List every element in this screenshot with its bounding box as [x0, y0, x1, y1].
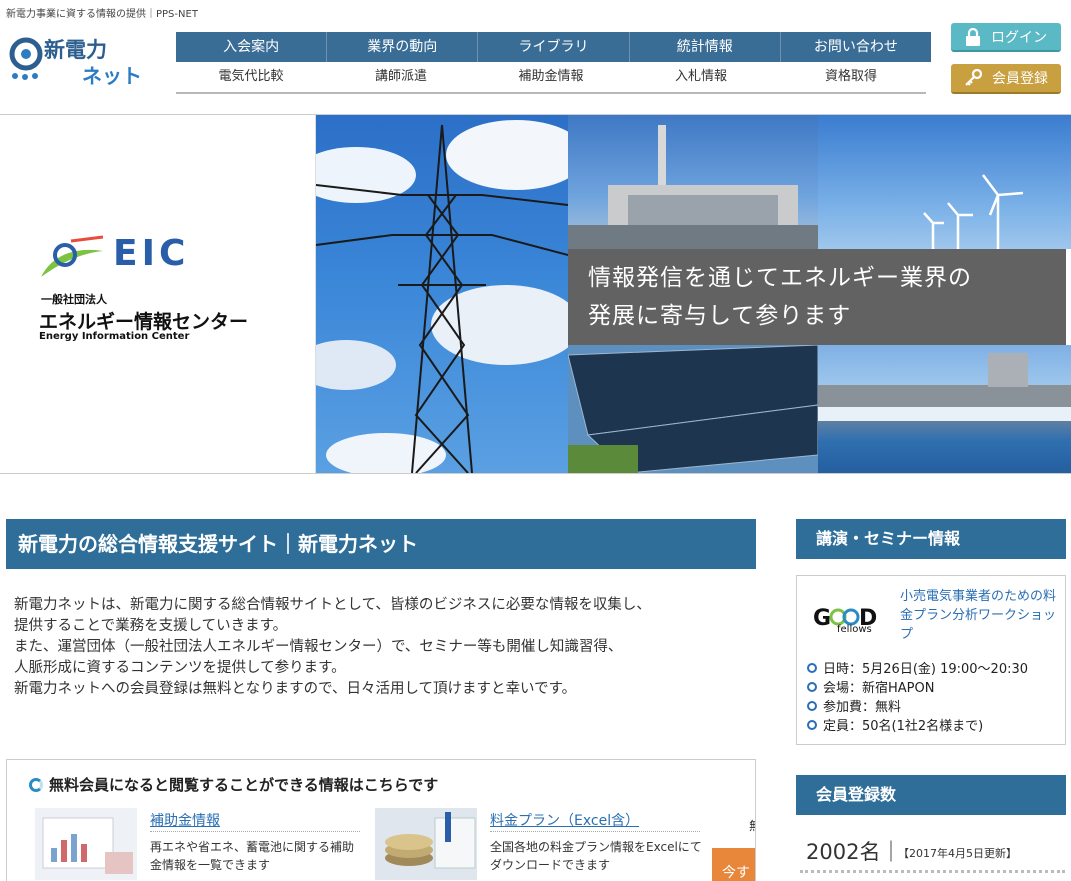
login-button[interactable]: ログイン	[951, 23, 1061, 52]
key-icon	[965, 69, 982, 86]
seminar-detail: 参加費：無料	[807, 696, 1028, 715]
lock-icon	[966, 27, 980, 46]
divider	[800, 870, 1065, 873]
register-now-banner[interactable]: 今す	[712, 848, 755, 881]
secondary-nav: 電気代比較 講師派遣 補助金情報 入札情報 資格取得	[176, 62, 926, 94]
eic-org-type: 一般社団法人	[41, 293, 107, 306]
nav-bids[interactable]: 入札情報	[626, 62, 776, 92]
register-button[interactable]: 会員登録	[951, 64, 1061, 94]
site-logo[interactable]: 新電力 ネット	[8, 32, 148, 88]
intro-line: 提供することで業務を支援していきます。	[14, 618, 288, 634]
eic-logo-text: EIC	[113, 233, 190, 274]
circle-bullet-icon	[807, 662, 817, 673]
eic-org-english: Energy Information Center	[39, 331, 190, 342]
price-plan-description: 全国各地の料金プラン情報をExcelにてダウンロードできます	[490, 840, 702, 872]
nav-price-compare[interactable]: 電気代比較	[176, 62, 326, 92]
hero-banner: EIC 一般社団法人 エネルギー情報センター Energy Informatio…	[0, 114, 1071, 474]
nav-statistics[interactable]: 統計情報	[630, 32, 781, 62]
good-fellows-logo-text: fellows	[837, 624, 872, 635]
circle-bullet-icon	[807, 719, 817, 730]
nav-lecturer[interactable]: 講師派遣	[326, 62, 476, 92]
hero-caption: 情報発信を通じてエネルギー業界の 発展に寄与して参ります	[568, 249, 1066, 345]
free-section-title-text: 無料会員になると閲覧することができる情報はこちらです	[49, 776, 439, 794]
eic-logo-panel: EIC 一般社団法人 エネルギー情報センター Energy Informatio…	[5, 115, 316, 473]
member-count: 2002名｜	[806, 840, 902, 864]
circle-bullet-icon	[807, 700, 817, 711]
divider	[150, 831, 360, 832]
intro-line: また、運営団体（一般社団法人エネルギー情報センター）で、セミナー等も開催し知識習…	[14, 639, 623, 655]
register-now-label: 今す	[722, 865, 750, 881]
seminar-card[interactable]: G D fellows 小売電気事業者のための料金プラン分析ワークショップ 日時…	[796, 575, 1066, 745]
register-label: 会員登録	[992, 71, 1048, 87]
member-count-heading: 会員登録数	[796, 775, 1066, 815]
nav-certification[interactable]: 資格取得	[776, 62, 926, 92]
wind-turbine-photo	[818, 115, 1071, 249]
circle-bullet-icon	[807, 681, 817, 692]
seminar-details: 日時：5月26日(金) 19:00～20:30 会場：新宿HAPON 参加費：無…	[807, 658, 1028, 734]
free-member-info-box: 無料会員になると閲覧することができる情報はこちらです 補助金情報 再エネや省エネ…	[6, 759, 756, 881]
solar-panel-photo	[568, 345, 818, 473]
nav-subsidy[interactable]: 補助金情報	[476, 62, 626, 92]
svg-text:G: G	[813, 606, 831, 631]
page-title: 新電力の総合情報支援サイト｜新電力ネット	[6, 519, 756, 569]
primary-nav: 入会案内 業界の動向 ライブラリ 統計情報 お問い合わせ	[176, 32, 931, 62]
nav-contact[interactable]: お問い合わせ	[781, 32, 931, 62]
intro-line: 新電力ネットへの会員登録は無料となりますので、日々活用して頂けますと幸いです。	[14, 681, 577, 697]
subsidy-thumbnail	[35, 808, 137, 880]
seminar-date: 日時：5月26日(金) 19:00～20:30	[823, 662, 1029, 677]
subsidy-description: 再エネや省エネ、蓄電池に関する補助金情報を一覧できます	[150, 840, 355, 872]
hero-caption-line-1: 情報発信を通じてエネルギー業界の	[588, 265, 972, 291]
login-label: ログイン	[991, 29, 1047, 46]
site-tagline: 新電力事業に資する情報の提供｜PPS-NET	[6, 9, 198, 20]
eic-logo-mark-icon	[41, 235, 104, 277]
logo-text-2: ネット	[82, 64, 142, 88]
seminar-capacity: 定員：50名(1社2名様まで)	[823, 719, 984, 734]
nav-library[interactable]: ライブラリ	[478, 32, 630, 62]
logo-mark-icon	[9, 37, 43, 80]
seminar-detail: 定員：50名(1社2名様まで)	[807, 715, 1028, 734]
seminar-heading: 講演・セミナー情報	[796, 519, 1066, 559]
nav-industry-trends[interactable]: 業界の動向	[327, 32, 479, 62]
price-plan-thumbnail	[375, 808, 477, 880]
hydro-dam-photo	[818, 345, 1071, 473]
member-count-updated: 【2017年4月5日更新】	[898, 847, 1017, 860]
hero-caption-line-2: 発展に寄与して参ります	[588, 303, 852, 329]
divider	[490, 831, 700, 832]
seminar-detail: 日時：5月26日(金) 19:00～20:30	[807, 658, 1028, 677]
transmission-tower-photo	[316, 115, 568, 473]
ring-bullet-icon	[29, 777, 43, 792]
power-plant-photo	[568, 115, 818, 249]
eic-org-name: エネルギー情報センター	[39, 311, 249, 333]
seminar-venue: 会場：新宿HAPON	[823, 681, 935, 696]
intro-line: 人脈形成に資するコンテンツを提供して参ります。	[14, 660, 346, 676]
subsidy-link[interactable]: 補助金情報	[150, 810, 220, 830]
free-section-title: 無料会員になると閲覧することができる情報はこちらです	[29, 774, 438, 795]
nav-membership[interactable]: 入会案内	[176, 32, 328, 62]
subsidy-card[interactable]: 補助金情報 再エネや省エネ、蓄電池に関する補助金情報を一覧できます	[35, 808, 365, 881]
price-plan-card[interactable]: 料金プラン（Excel含） 全国各地の料金プラン情報をExcelにてダウンロード…	[375, 808, 705, 881]
clipped-text: 無	[749, 817, 755, 834]
intro-line: 新電力ネットは、新電力に関する総合情報サイトとして、皆様のビジネスに必要な情報を…	[14, 597, 651, 613]
seminar-fee: 参加費：無料	[823, 700, 902, 715]
seminar-detail: 会場：新宿HAPON	[807, 677, 1028, 696]
intro-text: 新電力ネットは、新電力に関する総合情報サイトとして、皆様のビジネスに必要な情報を…	[14, 595, 754, 700]
seminar-title-link[interactable]: 小売電気事業者のための料金プラン分析ワークショップ	[900, 587, 1060, 644]
price-plan-link[interactable]: 料金プラン（Excel含）	[490, 810, 639, 830]
